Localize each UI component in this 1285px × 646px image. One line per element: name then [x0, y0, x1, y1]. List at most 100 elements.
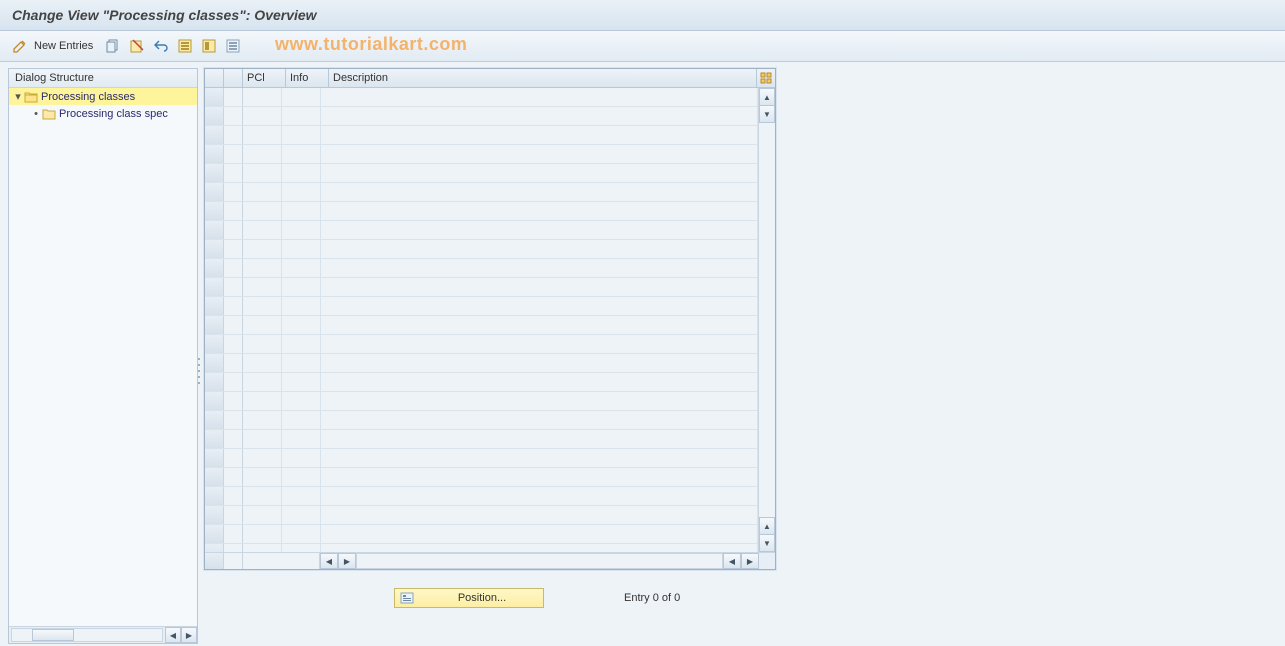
- row-marker[interactable]: [224, 107, 243, 125]
- cell-description[interactable]: [321, 145, 758, 163]
- scrollbar-thumb[interactable]: [32, 629, 74, 641]
- cell-info[interactable]: [282, 297, 321, 315]
- row-selector[interactable]: [205, 240, 224, 258]
- undo-icon[interactable]: [151, 37, 171, 55]
- scroll-left-step-icon[interactable]: ◀: [723, 553, 741, 569]
- row-marker[interactable]: [224, 88, 243, 106]
- scrollbar-track[interactable]: [356, 553, 723, 569]
- cell-description[interactable]: [321, 392, 758, 410]
- cell-description[interactable]: [321, 259, 758, 277]
- table-row[interactable]: [205, 316, 758, 335]
- cell-info[interactable]: [282, 278, 321, 296]
- cell-description[interactable]: [321, 88, 758, 106]
- select-all-icon[interactable]: [175, 37, 195, 55]
- cell-info[interactable]: [282, 449, 321, 467]
- cell-description[interactable]: [321, 525, 758, 543]
- table-row[interactable]: [205, 221, 758, 240]
- table-row[interactable]: [205, 411, 758, 430]
- table-row[interactable]: [205, 145, 758, 164]
- row-selector[interactable]: [205, 411, 224, 429]
- cell-info[interactable]: [282, 525, 321, 543]
- row-selector[interactable]: [205, 164, 224, 182]
- cell-description[interactable]: [321, 544, 758, 552]
- row-marker[interactable]: [224, 449, 243, 467]
- cell-info[interactable]: [282, 107, 321, 125]
- cell-pcl[interactable]: [243, 316, 282, 334]
- table-row[interactable]: [205, 88, 758, 107]
- row-selector[interactable]: [205, 107, 224, 125]
- row-marker[interactable]: [224, 202, 243, 220]
- cell-info[interactable]: [282, 506, 321, 524]
- cell-description[interactable]: [321, 373, 758, 391]
- table-row[interactable]: [205, 183, 758, 202]
- cell-description[interactable]: [321, 240, 758, 258]
- table-row[interactable]: [205, 202, 758, 221]
- row-selector[interactable]: [205, 316, 224, 334]
- cell-info[interactable]: [282, 221, 321, 239]
- cell-info[interactable]: [282, 392, 321, 410]
- row-selector[interactable]: [205, 468, 224, 486]
- cell-pcl[interactable]: [243, 278, 282, 296]
- table-row[interactable]: [205, 278, 758, 297]
- cell-description[interactable]: [321, 164, 758, 182]
- grid-corner-cell[interactable]: [205, 69, 224, 87]
- cell-pcl[interactable]: [243, 354, 282, 372]
- table-row[interactable]: [205, 430, 758, 449]
- table-row[interactable]: [205, 468, 758, 487]
- scroll-down-step-icon[interactable]: ▼: [759, 106, 775, 123]
- table-row[interactable]: [205, 449, 758, 468]
- row-marker[interactable]: [224, 506, 243, 524]
- row-selector[interactable]: [205, 392, 224, 410]
- cell-pcl[interactable]: [243, 126, 282, 144]
- row-marker[interactable]: [224, 259, 243, 277]
- cell-description[interactable]: [321, 221, 758, 239]
- cell-pcl[interactable]: [243, 506, 282, 524]
- row-selector[interactable]: [205, 354, 224, 372]
- grid-select-all-header[interactable]: [224, 69, 243, 87]
- cell-description[interactable]: [321, 335, 758, 353]
- cell-info[interactable]: [282, 240, 321, 258]
- scroll-down-icon[interactable]: ▼: [759, 535, 775, 552]
- cell-pcl[interactable]: [243, 487, 282, 505]
- column-header-description[interactable]: Description: [329, 69, 757, 87]
- row-selector[interactable]: [205, 544, 224, 552]
- cell-info[interactable]: [282, 259, 321, 277]
- cell-pcl[interactable]: [243, 107, 282, 125]
- deselect-all-icon[interactable]: [223, 37, 243, 55]
- scrollbar-track[interactable]: [11, 628, 163, 642]
- cell-info[interactable]: [282, 316, 321, 334]
- table-row[interactable]: [205, 544, 758, 552]
- cell-info[interactable]: [282, 354, 321, 372]
- scroll-left-icon[interactable]: ◀: [320, 553, 338, 569]
- delete-icon[interactable]: [127, 37, 147, 55]
- row-selector[interactable]: [205, 278, 224, 296]
- row-selector[interactable]: [205, 145, 224, 163]
- cell-pcl[interactable]: [243, 145, 282, 163]
- scroll-left-icon[interactable]: ◀: [165, 627, 181, 643]
- row-selector[interactable]: [205, 221, 224, 239]
- cell-info[interactable]: [282, 183, 321, 201]
- cell-pcl[interactable]: [243, 297, 282, 315]
- row-selector[interactable]: [205, 525, 224, 543]
- cell-pcl[interactable]: [243, 373, 282, 391]
- cell-description[interactable]: [321, 316, 758, 334]
- row-marker[interactable]: [224, 164, 243, 182]
- row-marker[interactable]: [224, 354, 243, 372]
- table-row[interactable]: [205, 525, 758, 544]
- table-row[interactable]: [205, 297, 758, 316]
- cell-description[interactable]: [321, 487, 758, 505]
- row-marker[interactable]: [224, 297, 243, 315]
- cell-pcl[interactable]: [243, 183, 282, 201]
- row-marker[interactable]: [224, 335, 243, 353]
- row-selector[interactable]: [205, 297, 224, 315]
- configure-columns-icon[interactable]: [757, 69, 775, 87]
- row-marker[interactable]: [224, 468, 243, 486]
- cell-pcl[interactable]: [243, 430, 282, 448]
- cell-description[interactable]: [321, 202, 758, 220]
- dialog-horizontal-scrollbar[interactable]: ◀ ▶: [9, 626, 197, 643]
- row-marker[interactable]: [224, 316, 243, 334]
- cell-info[interactable]: [282, 411, 321, 429]
- row-selector[interactable]: [205, 183, 224, 201]
- cell-pcl[interactable]: [243, 335, 282, 353]
- cell-info[interactable]: [282, 468, 321, 486]
